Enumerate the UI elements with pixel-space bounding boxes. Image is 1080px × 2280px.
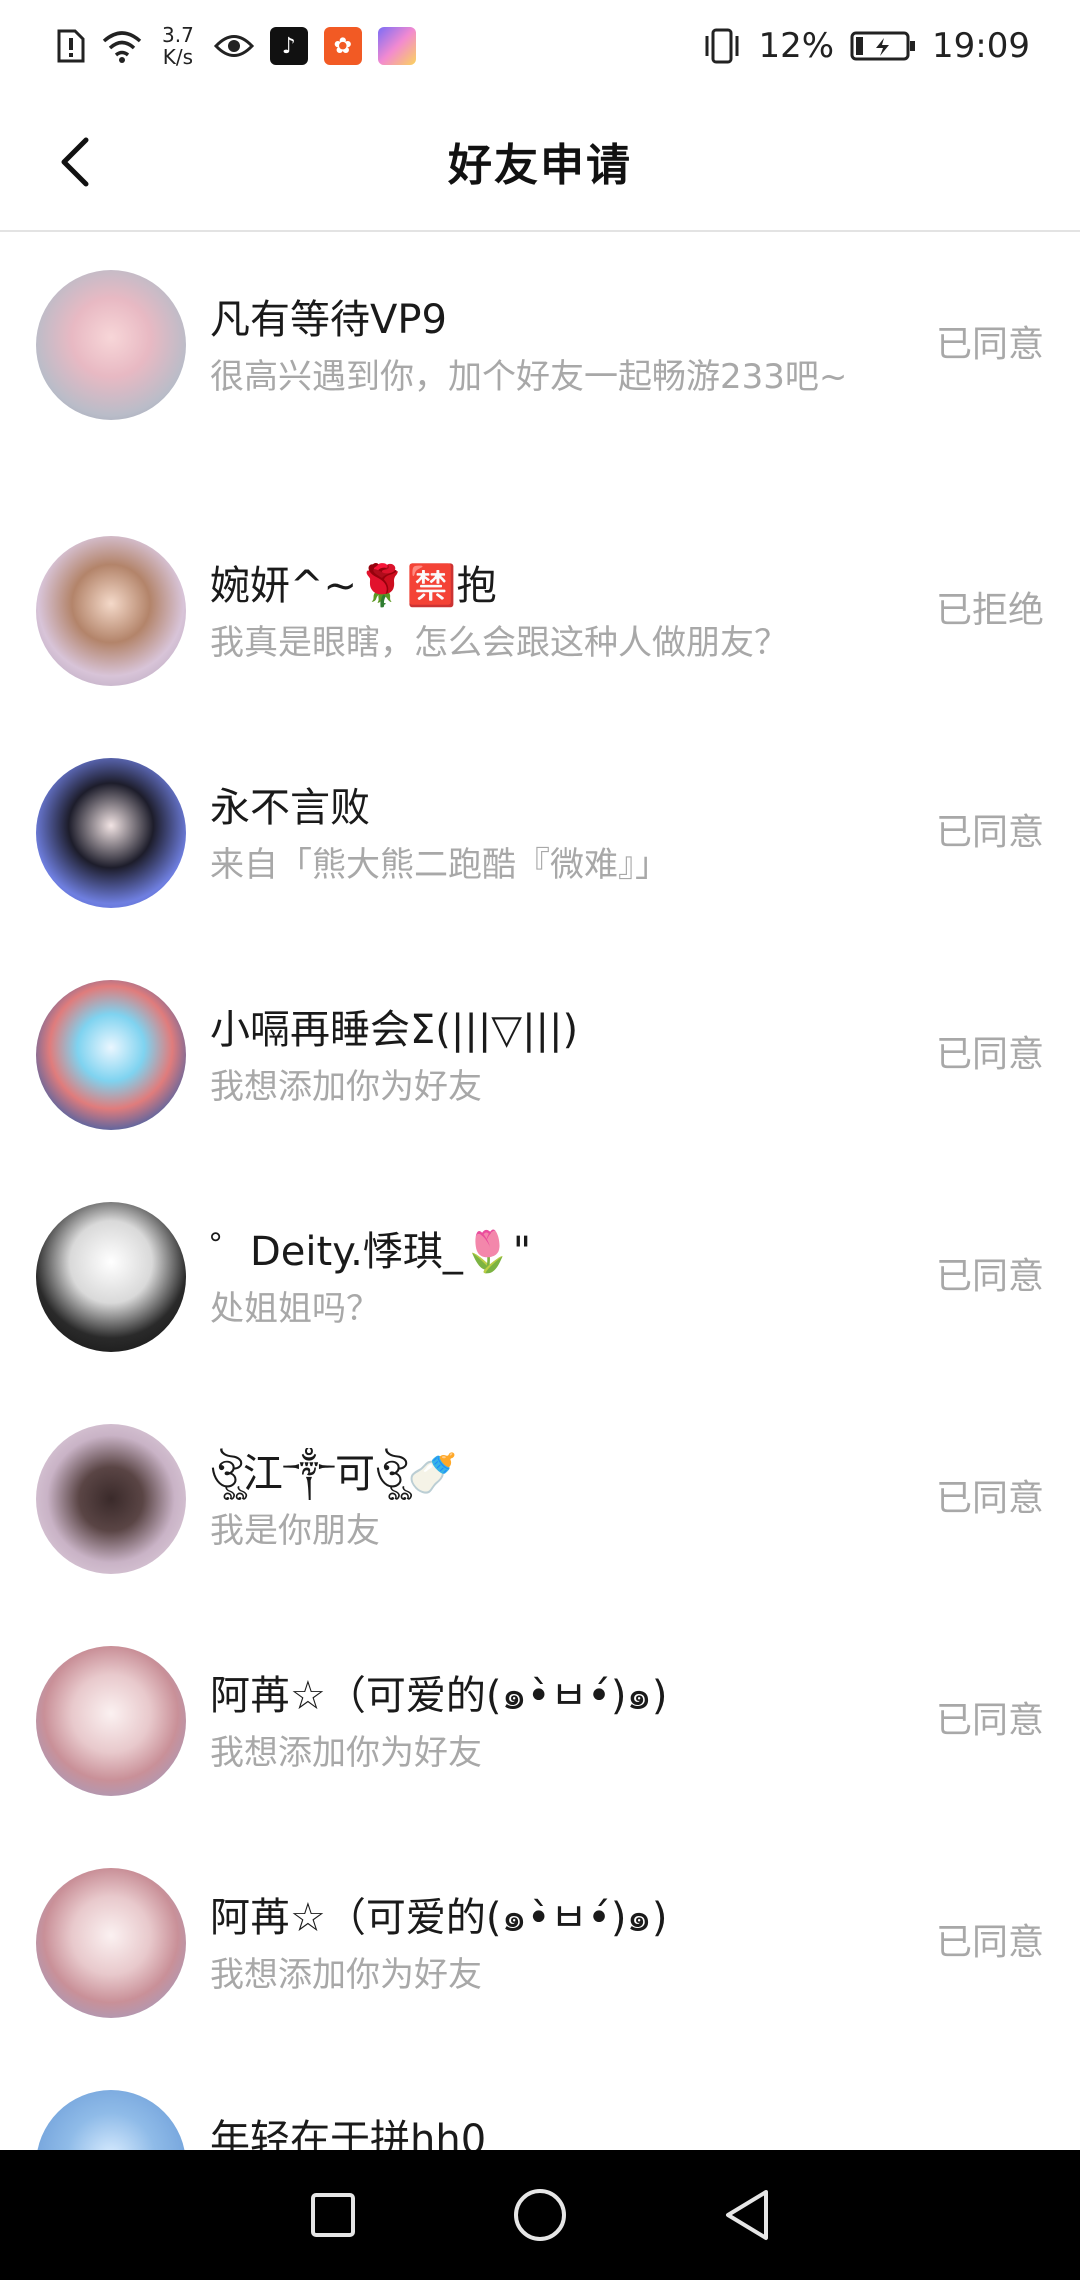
back-icon (725, 2190, 768, 2240)
request-info: 婉妍^~🌹🈲抱 我真是眼瞎，怎么会跟这种人做朋友？ (210, 560, 870, 674)
status-bar-left: 3.7 K/s ♪ ✿ (56, 24, 416, 68)
status-bar-right: 12% 19:09 (702, 26, 1030, 66)
friend-name: 年轻在于拼hh0 (210, 2117, 487, 2150)
wifi-icon (102, 29, 142, 63)
request-status: 已同意 (935, 1034, 1044, 1075)
friend-request-row[interactable]: 永不言败 来自「熊大熊二跑酷『微难』」 已同意 (0, 722, 1080, 944)
system-nav-bar (0, 2150, 1080, 2280)
friend-name: 凡有等待VP9 (210, 297, 447, 343)
recent-apps-icon (311, 2193, 356, 2237)
request-info: 阿苒☆（可爱的(๑•̀ㅂ•́)๑) 我想添加你为好友 (210, 1670, 870, 1784)
friend-name: 婉妍^~🌹🈲抱 (210, 563, 497, 609)
friend-name: 阿苒☆（可爱的(๑•̀ㅂ•́)๑) (210, 1895, 668, 1941)
net-speed-value: 3.7 (162, 23, 194, 47)
request-message: 很高兴遇到你，加个好友一起畅游233吧~ (210, 357, 848, 397)
request-status: 已同意 (935, 324, 1044, 365)
avatar[interactable] (36, 1424, 186, 1574)
request-info: ঔৣ江༒可ঔৣ🍼 我是你朋友 (210, 1448, 870, 1562)
request-message: 我想添加你为好友 (210, 1733, 482, 1773)
page-title: 好友申请 (448, 140, 632, 191)
net-speed-unit: K/s (162, 45, 194, 69)
request-message: 来自「熊大熊二跑酷『微难』」 (210, 845, 669, 885)
alert-icon (56, 27, 86, 65)
request-message: 我是你朋友 (210, 1511, 380, 1551)
chevron-left-icon (61, 137, 89, 187)
request-message: 处姐姐吗？ (210, 1289, 380, 1329)
battery-icon (850, 30, 916, 62)
request-info: 永不言败 来自「熊大熊二跑酷『微难』」 (210, 782, 870, 896)
request-status: 已同意 (935, 1256, 1044, 1297)
avatar[interactable] (36, 1202, 186, 1352)
clock: 19:09 (932, 26, 1030, 66)
home-icon (513, 2189, 566, 2241)
friend-request-row[interactable]: 小嗝再睡会Σ(|||▽|||) 我想添加你为好友 已同意 (0, 944, 1080, 1166)
avatar[interactable] (36, 980, 186, 1130)
avatar[interactable] (36, 758, 186, 908)
request-message: 我想添加你为好友 (210, 1067, 482, 1107)
request-status: 已同意 (935, 812, 1044, 853)
friend-name: 小嗝再睡会Σ(|||▽|||) (210, 1007, 579, 1053)
net-speed: 3.7 K/s (162, 24, 194, 68)
system-back-button[interactable] (707, 2175, 787, 2255)
app-header: 好友申请 (0, 92, 1080, 232)
friend-name: 阿苒☆（可爱的(๑•̀ㅂ•́)๑) (210, 1673, 668, 1719)
friend-name: ゜Deity.悸琪_🌷" (210, 1229, 532, 1275)
vibrate-icon (702, 28, 742, 64)
request-info: ゜Deity.悸琪_🌷" 处姐姐吗？ (210, 1226, 870, 1340)
avatar[interactable] (36, 1868, 186, 2018)
friend-request-row[interactable]: ঔৣ江༒可ঔৣ🍼 我是你朋友 已同意 (0, 1388, 1080, 1610)
back-button[interactable] (44, 130, 108, 194)
request-status: 已拒绝 (935, 590, 1044, 631)
friend-request-row[interactable]: ゜Deity.悸琪_🌷" 处姐姐吗？ 已同意 (0, 1166, 1080, 1388)
friend-request-row[interactable]: 凡有等待VP9 很高兴遇到你，加个好友一起畅游233吧~ 已同意 (0, 234, 1080, 500)
recent-apps-button[interactable] (293, 2175, 373, 2255)
request-message: 我想添加你为好友 (210, 1955, 482, 1995)
request-info: 小嗝再睡会Σ(|||▽|||) 我想添加你为好友 (210, 1004, 870, 1118)
request-status: 已同意 (935, 1478, 1044, 1519)
request-message: 我真是眼瞎，怎么会跟这种人做朋友？ (210, 623, 788, 663)
tiktok-icon: ♪ (269, 27, 308, 65)
friend-request-row[interactable]: 婉妍^~🌹🈲抱 我真是眼瞎，怎么会跟这种人做朋友？ 已拒绝 (0, 500, 1080, 722)
request-info: 阿苒☆（可爱的(๑•̀ㅂ•́)๑) 我想添加你为好友 (210, 1892, 870, 2006)
avatar[interactable] (36, 536, 186, 686)
friend-request-list[interactable]: 凡有等待VP9 很高兴遇到你，加个好友一起畅游233吧~ 已同意 婉妍^~🌹🈲抱… (0, 234, 1080, 2150)
avatar[interactable] (36, 2090, 186, 2150)
eye-icon (213, 31, 254, 61)
battery-percent: 12% (758, 26, 835, 66)
request-status: 已同意 (935, 1922, 1044, 1963)
friend-request-row[interactable]: 阿苒☆（可爱的(๑•̀ㅂ•́)๑) 我想添加你为好友 已同意 (0, 1610, 1080, 1832)
request-info: 年轻在于拼hh0 (210, 2114, 870, 2150)
avatar[interactable] (36, 270, 186, 420)
home-button[interactable] (500, 2175, 580, 2255)
game-icon (377, 27, 416, 65)
friend-name: ঔৣ江༒可ঔৣ🍼 (210, 1451, 458, 1497)
friend-request-row[interactable]: 年轻在于拼hh0 (0, 2054, 1080, 2150)
request-info: 凡有等待VP9 很高兴遇到你，加个好友一起畅游233吧~ (210, 294, 870, 408)
friend-name: 永不言败 (210, 785, 370, 831)
friend-request-row[interactable]: 阿苒☆（可爱的(๑•̀ㅂ•́)๑) 我想添加你为好友 已同意 (0, 1832, 1080, 2054)
avatar[interactable] (36, 1646, 186, 1796)
status-bar: 3.7 K/s ♪ ✿ 12% 19:09 (0, 0, 1080, 92)
request-status: 已同意 (935, 1700, 1044, 1741)
app-icon: ✿ (323, 27, 362, 65)
